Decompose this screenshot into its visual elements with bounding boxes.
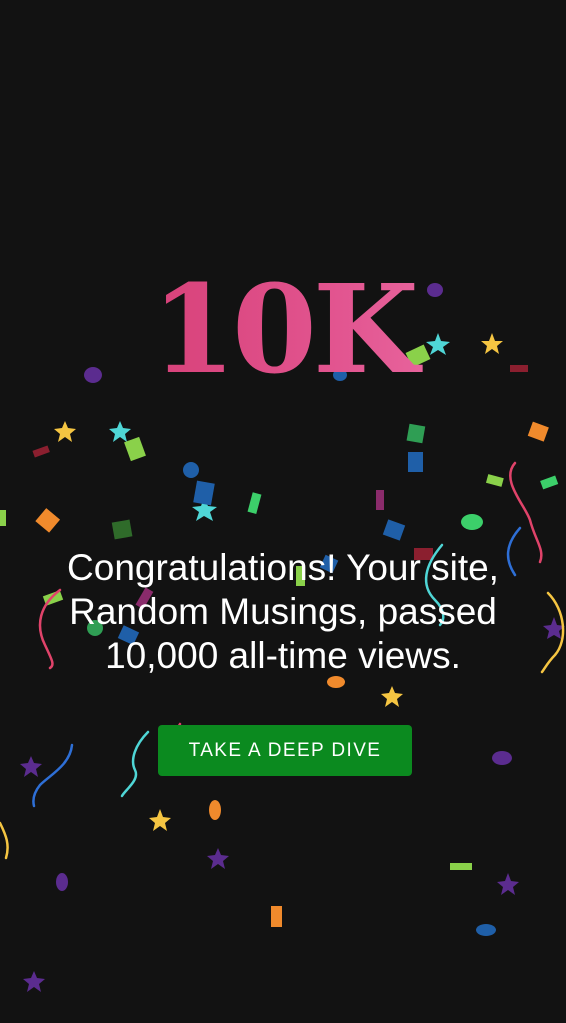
star-icon <box>23 971 45 992</box>
confetti-rect <box>450 863 472 870</box>
star-icon <box>381 686 403 707</box>
confetti-rect <box>193 480 215 506</box>
confetti-rect <box>376 490 384 510</box>
confetti-rect <box>32 445 50 458</box>
star-icon <box>497 873 519 895</box>
confetti-decoration <box>0 283 565 992</box>
confetti-rect <box>406 423 426 444</box>
confetti-rect <box>247 492 262 514</box>
confetti-rect <box>124 436 146 462</box>
star-icon <box>109 421 131 442</box>
confetti-rect <box>111 519 133 540</box>
streamer <box>0 821 9 860</box>
confetti-dot <box>492 751 512 765</box>
confetti-rect <box>382 519 406 541</box>
confetti-rect <box>271 906 282 927</box>
streamer <box>120 730 150 798</box>
congratulations-message: Congratulations! Your site, Random Musin… <box>67 547 499 676</box>
star-icon <box>20 756 42 777</box>
star-icon <box>207 848 229 869</box>
confetti-rect <box>35 508 61 533</box>
confetti-dot <box>209 800 221 820</box>
confetti-dot <box>56 873 68 891</box>
take-a-deep-dive-button[interactable]: TAKE A DEEP DIVE <box>158 725 412 776</box>
confetti-dot <box>476 924 496 936</box>
confetti-rect <box>0 510 6 526</box>
confetti-rect <box>540 475 559 490</box>
streamer <box>32 743 74 808</box>
star-icon <box>149 809 171 831</box>
confetti-rect <box>485 474 504 487</box>
confetti-dot <box>461 514 483 530</box>
confetti-rect <box>408 452 423 472</box>
milestone-number: 10K <box>0 268 566 390</box>
confetti-rect <box>527 421 549 442</box>
star-icon <box>54 421 76 442</box>
confetti-dot <box>183 462 199 478</box>
